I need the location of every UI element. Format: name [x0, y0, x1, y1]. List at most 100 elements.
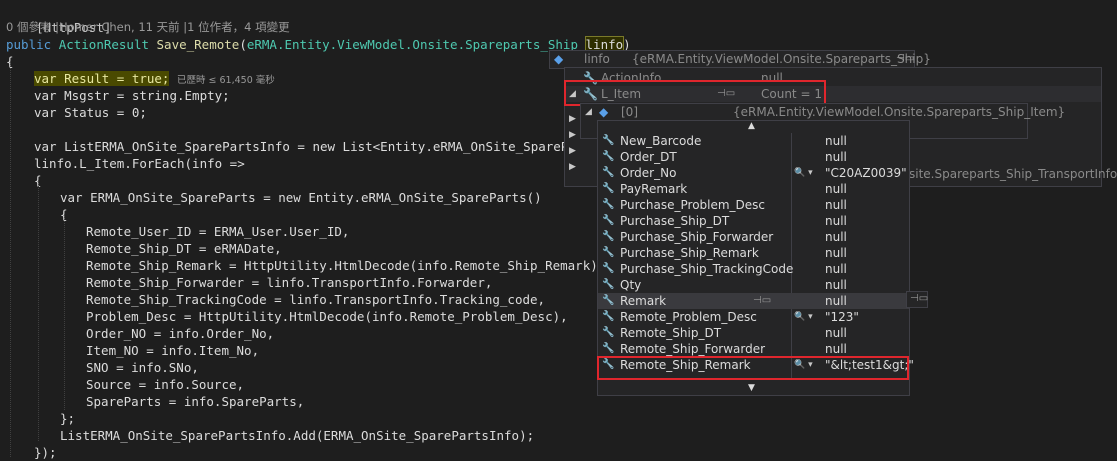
datatip-prop-row[interactable]: 🔧 Remark ⊣▭ null: [598, 293, 909, 309]
assign-spareparts: SpareParts = info.SpareParts,: [86, 394, 305, 409]
datatip-prop-row[interactable]: 🔧 Remote_Ship_Forwarder null: [598, 341, 909, 357]
datatip-prop-row[interactable]: 🔧 Order_No 🔍 ▾ "C20AZ0039": [598, 165, 909, 181]
var-status: var Status = 0;: [34, 105, 147, 120]
param-type: eRMA.Entity.ViewModel.Onsite.Spareparts_…: [246, 37, 578, 52]
wrench-icon: 🔧: [602, 215, 615, 226]
datatip-prop-name: Order_No: [620, 166, 677, 180]
collapse-arrow-icon[interactable]: ◢: [585, 104, 592, 120]
datatip-prop-row[interactable]: 🔧 Purchase_Ship_Forwarder null: [598, 229, 909, 245]
wrench-icon: 🔧: [602, 151, 615, 162]
elapsed-time: 已歷時 ≤ 61,450 毫秒: [177, 75, 275, 86]
datatip-prop-row[interactable]: 🔧 Order_DT null: [598, 149, 909, 165]
datatip-prop-value: null: [825, 134, 847, 148]
datatip-prop-row[interactable]: 🔧 Remote_Problem_Desc 🔍 ▾ "123": [598, 309, 909, 325]
datatip-prop-value: null: [825, 294, 847, 308]
assign-remote-ship-tracking: Remote_Ship_TrackingCode = linfo.Transpo…: [86, 292, 546, 307]
datatip-prop-row[interactable]: 🔧 PayRemark null: [598, 181, 909, 197]
datatip-prop-name: Purchase_Ship_TrackingCode: [620, 262, 794, 276]
datatip-prop-name: Purchase_Ship_Remark: [620, 246, 759, 260]
datatip-prop-name: Remote_Ship_Forwarder: [620, 342, 766, 356]
datatip-prop-name: Remote_Ship_DT: [620, 326, 722, 340]
datatip-prop-value: null: [825, 150, 847, 164]
scroll-up-icon[interactable]: ▲: [748, 121, 755, 131]
return-type: ActionResult: [58, 37, 149, 52]
datatip-prop-value: null: [825, 246, 847, 260]
datatip-props[interactable]: ▲ 🔧 New_Barcode null 🔧 Order_DT null 🔧 Order_No…: [597, 120, 914, 396]
datatip-prop-row[interactable]: 🔧 Qty null: [598, 277, 909, 293]
datatip-prop-value: null: [825, 278, 847, 292]
wrench-icon: 🔧: [602, 183, 615, 194]
var-msgstr: var Msgstr = string.Empty;: [34, 88, 230, 103]
remark-pin-ext[interactable]: ⊣▭: [906, 291, 928, 308]
assign-remote-ship-forwarder: Remote_Ship_Forwarder = linfo.TransportI…: [86, 275, 493, 290]
datatip-prop-row[interactable]: 🔧 New_Barcode null: [598, 133, 909, 149]
foreach-call: linfo.L_Item.ForEach(info =>: [34, 156, 245, 171]
datatip-prop-value: null: [825, 342, 847, 356]
assign-remote-ship-dt: Remote_Ship_DT = eRMADate,: [86, 241, 282, 256]
indent-guide: [64, 215, 65, 410]
datatip-prop-row[interactable]: 🔧 Purchase_Ship_TrackingCode null: [598, 261, 909, 277]
datatip-prop-value: null: [825, 214, 847, 228]
scroll-down-icon[interactable]: ▼: [748, 383, 755, 393]
datatip-prop-name: Qty: [620, 278, 642, 292]
assign-remote-user-id: Remote_User_ID = ERMA_User.User_ID,: [86, 224, 350, 239]
datatip-prop-value: "C20AZ0039": [825, 166, 907, 180]
wrench-icon: 🔧: [602, 295, 615, 306]
wrench-icon: 🔧: [602, 247, 615, 258]
datatip-prop-name: Remark: [620, 294, 667, 308]
datatip-prop-name: New_Barcode: [620, 134, 702, 148]
datatip-prop-value: null: [825, 230, 847, 244]
foreach-close: });: [34, 445, 57, 460]
datatip-prop-name: Purchase_Ship_Forwarder: [620, 230, 774, 244]
datatip-root-name: linfo: [584, 52, 610, 66]
codelens[interactable]: 0 個參考 |Homer Chen, 11 天前 |1 位作者，4 項變更: [6, 19, 290, 36]
datatip-prop-name: Purchase_Ship_DT: [620, 214, 730, 228]
datatip-row-item-0[interactable]: ◢ ◆ [0] {eRMA.Entity.ViewModel.Onsite.Sp…: [581, 104, 1065, 120]
add-call: ListERMA_OnSite_SparePartsInfo.Add(ERMA_…: [60, 428, 535, 443]
var-result[interactable]: var Result = true;: [34, 71, 170, 86]
wrench-icon: 🔧: [602, 135, 615, 146]
assign-remote-ship-remark: Remote_Ship_Remark = HttpUtility.HtmlDec…: [86, 258, 606, 273]
magnifier-icon[interactable]: 🔍 ▾: [794, 165, 813, 181]
var-result-line: var Result = true; 已歷時 ≤ 61,450 毫秒: [34, 70, 275, 87]
assign-source: Source = info.Source,: [86, 377, 245, 392]
attribute-line: [HttpPost]: [6, 2, 111, 35]
highlight-remote-ship-remark: [597, 356, 909, 380]
wrench-icon: 🔧: [602, 199, 615, 210]
magnifier-icon[interactable]: 🔍 ▾: [794, 309, 813, 325]
assign-item-no: Item_NO = info.Item_No,: [86, 343, 260, 358]
wrench-icon: 🔧: [602, 231, 615, 242]
datatip-prop-row[interactable]: 🔧 Remote_Ship_DT null: [598, 325, 909, 341]
datatip-prop-value: null: [825, 198, 847, 212]
datatip-prop-value: null: [825, 262, 847, 276]
list-declaration: var ListERMA_OnSite_SparePartsInfo = new…: [34, 139, 629, 154]
indent-guide: [10, 62, 11, 457]
wrench-icon: 🔧: [602, 279, 615, 290]
datatip-root-value: {eRMA.Entity.ViewModel.Onsite.Spareparts…: [632, 52, 931, 66]
init-close: };: [60, 411, 76, 426]
datatip-prop-row[interactable]: 🔧 Purchase_Ship_DT null: [598, 213, 909, 229]
object-icon: ◆: [554, 52, 564, 66]
datatip-root-row[interactable]: ◆ linfo {eRMA.Entity.ViewModel.Onsite.Sp…: [550, 51, 931, 67]
wrench-icon: 🔧: [602, 263, 615, 274]
pin-icon[interactable]: ⊣▭: [910, 293, 928, 304]
method-signature: public ActionResult Save_Remote(eRMA.Ent…: [6, 36, 631, 53]
datatip-prop-value: null: [825, 326, 847, 340]
assign-sno: SNO = info.SNo,: [86, 360, 199, 375]
datatip-prop-value: "123": [825, 310, 859, 324]
wrench-icon: 🔧: [602, 167, 615, 178]
datatip-prop-name: PayRemark: [620, 182, 688, 196]
kw-public: public: [6, 37, 52, 52]
datatip-prop-row[interactable]: 🔧 Purchase_Problem_Desc null: [598, 197, 909, 213]
datatip-prop-name: Purchase_Problem_Desc: [620, 198, 766, 212]
pin-icon[interactable]: ⊣▭: [753, 293, 771, 309]
indent-guide: [38, 181, 39, 441]
pin-icon[interactable]: ⊣▭: [896, 51, 914, 67]
object-icon: ◆: [599, 105, 609, 119]
assign-problem-desc: Problem_Desc = HttpUtility.HtmlDecode(in…: [86, 309, 568, 324]
method-name: Save_Remote: [156, 37, 240, 52]
wrench-icon: 🔧: [602, 311, 615, 322]
datatip-prop-name: Order_DT: [620, 150, 677, 164]
datatip-prop-row[interactable]: 🔧 Purchase_Ship_Remark null: [598, 245, 909, 261]
wrench-icon: 🔧: [602, 343, 615, 354]
